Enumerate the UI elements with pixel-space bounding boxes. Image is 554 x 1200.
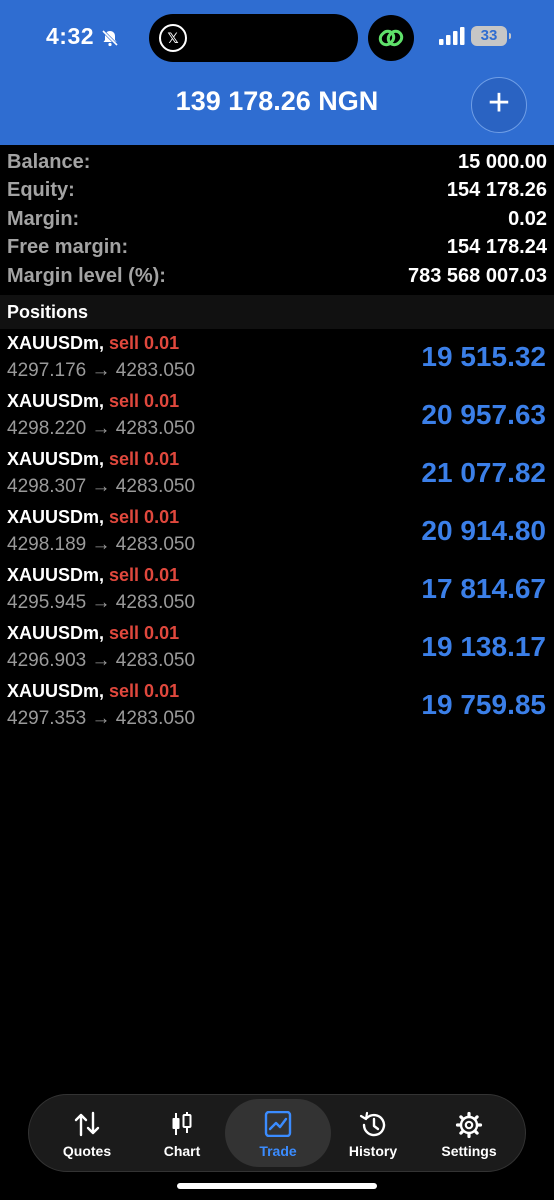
position-side: sell 0.01 [109,623,180,643]
add-order-button[interactable]: + [471,77,527,133]
position-row[interactable]: XAUUSDm, sell 0.01 4297.176 → 4283.050 1… [0,330,554,388]
history-clock-icon [359,1111,386,1137]
position-side: sell 0.01 [109,391,180,411]
position-symbol: XAUUSDm, sell 0.01 [7,681,180,701]
tab-history[interactable]: History [325,1099,421,1167]
x-app-icon: 𝕏 [159,24,187,52]
summary-free-margin: Free margin: 154 178.24 [0,234,554,263]
position-symbol: XAUUSDm, sell 0.01 [7,333,180,353]
candlestick-icon [172,1112,192,1135]
position-row[interactable]: XAUUSDm, sell 0.01 4296.903 → 4283.050 1… [0,620,554,678]
position-row[interactable]: XAUUSDm, sell 0.01 4298.189 → 4283.050 2… [0,504,554,562]
position-row[interactable]: XAUUSDm, sell 0.01 4298.307 → 4283.050 2… [0,446,554,504]
position-prices: 4298.189 → 4283.050 [7,534,196,555]
battery-icon: 33 [471,26,511,46]
position-profit: 19 759.85 [421,689,546,720]
position-symbol: XAUUSDm, sell 0.01 [7,565,180,585]
bottom-tab-bar: Quotes Chart Trade History Settings [28,1094,526,1172]
summary-margin: Margin: 0.02 [0,205,554,234]
positions-section-header: Positions [0,295,554,329]
position-side: sell 0.01 [109,333,180,353]
tab-label: History [348,1143,398,1159]
plus-icon: + [487,82,511,124]
summary-balance: Balance: 15 000.00 [0,148,554,177]
position-side: sell 0.01 [109,507,180,527]
position-symbol: XAUUSDm, sell 0.01 [7,507,180,527]
position-side: sell 0.01 [109,565,180,585]
position-profit: 20 914.80 [421,515,546,546]
summary-value: 15 000.00 [458,150,547,173]
position-profit: 20 957.63 [421,399,546,430]
summary-value: 154 178.24 [446,236,547,259]
position-prices: 4298.307 → 4283.050 [7,476,196,497]
position-prices: 4295.945 → 4283.050 [7,592,196,613]
summary-label: Margin level (%): [7,264,166,287]
account-summary: Balance: 15 000.00 Equity: 154 178.26 Ma… [0,148,554,291]
link-icon [368,15,414,61]
bell-muted-icon [101,29,119,47]
position-profit: 19 138.17 [421,631,546,662]
tab-trade[interactable]: Trade [225,1099,331,1167]
position-symbol: XAUUSDm, sell 0.01 [7,391,180,411]
status-bar: 4:32 𝕏 33 [0,0,554,76]
positions-list: XAUUSDm, sell 0.01 4297.176 → 4283.050 1… [0,330,554,736]
position-prices: 4297.176 → 4283.050 [7,360,196,381]
cellular-signal-icon [439,27,465,45]
dynamic-island: 𝕏 [149,14,358,62]
position-side: sell 0.01 [109,449,180,469]
gear-icon [455,1111,483,1139]
tab-quotes[interactable]: Quotes [39,1099,135,1167]
position-profit: 17 814.67 [421,573,546,604]
summary-margin-level: Margin level (%): 783 568 007.03 [0,262,554,291]
tab-label: Trade [259,1143,297,1159]
position-row[interactable]: XAUUSDm, sell 0.01 4298.220 → 4283.050 2… [0,388,554,446]
position-prices: 4296.903 → 4283.050 [7,650,196,671]
tab-label: Settings [441,1143,497,1159]
summary-value: 0.02 [508,207,547,230]
app-header: 4:32 𝕏 33 139 178.26 NGN + [0,0,554,145]
summary-label: Free margin: [7,236,129,259]
quotes-arrows-icon [74,1111,100,1137]
position-profit: 21 077.82 [421,457,546,488]
tab-chart[interactable]: Chart [134,1099,230,1167]
home-indicator[interactable] [177,1183,377,1189]
trade-chart-icon [264,1111,292,1137]
summary-label: Margin: [7,207,80,230]
summary-equity: Equity: 154 178.26 [0,177,554,206]
summary-value: 783 568 007.03 [407,264,547,287]
tab-label: Quotes [62,1143,112,1159]
position-prices: 4297.353 → 4283.050 [7,708,196,729]
position-side: sell 0.01 [109,681,180,701]
position-prices: 4298.220 → 4283.050 [7,418,196,439]
position-symbol: XAUUSDm, sell 0.01 [7,449,180,469]
position-row[interactable]: XAUUSDm, sell 0.01 4295.945 → 4283.050 1… [0,562,554,620]
summary-value: 154 178.26 [446,179,547,202]
tab-label: Chart [163,1143,201,1159]
status-time: 4:32 [46,23,95,49]
position-symbol: XAUUSDm, sell 0.01 [7,623,180,643]
summary-label: Balance: [7,150,91,173]
tab-settings[interactable]: Settings [421,1099,517,1167]
summary-label: Equity: [7,179,75,202]
position-profit: 19 515.32 [421,341,546,372]
position-row[interactable]: XAUUSDm, sell 0.01 4297.353 → 4283.050 1… [0,678,554,736]
